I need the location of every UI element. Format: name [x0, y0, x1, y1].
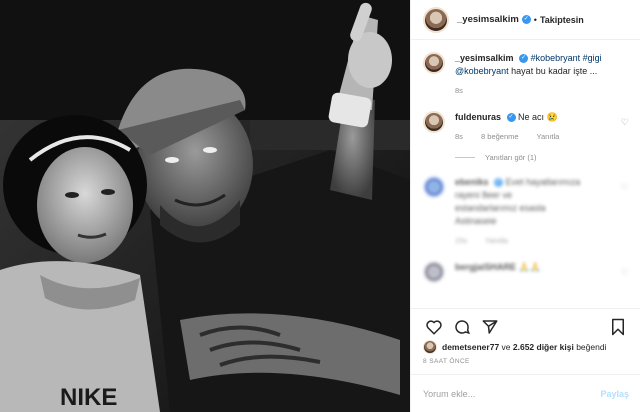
- header-separator: •: [533, 14, 537, 25]
- author-avatar[interactable]: [423, 6, 449, 33]
- caption-text: hayat bu kadar işte ...: [508, 66, 598, 76]
- comment-item: ebeniks ✓ Evet hayatlarımıza rayeni 8eer…: [423, 176, 629, 247]
- liker-avatar[interactable]: [423, 340, 437, 354]
- caption-time[interactable]: 8s: [455, 86, 463, 95]
- caption-username[interactable]: _yesimsalkim: [455, 53, 514, 63]
- comment-text: Ne acı: [518, 112, 545, 122]
- heart-icon[interactable]: ♡: [621, 267, 629, 278]
- replies-divider: [455, 157, 475, 158]
- comment-text-line: rayeni 8eer ve: [455, 190, 513, 200]
- likes-others-link[interactable]: 2.652 diğer kişi: [513, 342, 574, 352]
- heart-icon[interactable]: ♡: [621, 117, 629, 128]
- heart-icon[interactable]: ♡: [621, 182, 629, 193]
- bookmark-icon[interactable]: [607, 316, 629, 338]
- commenter-avatar[interactable]: [423, 111, 445, 133]
- comment-emoji: 😢: [546, 112, 558, 122]
- post-header: _yesimsalkim ✓ • Takiptesin: [411, 0, 640, 40]
- verified-icon: ✓: [506, 113, 516, 123]
- post-timestamp[interactable]: 8 SAAT ÖNCE: [423, 358, 470, 365]
- post-comment-button[interactable]: Paylaş: [600, 389, 629, 399]
- commenter-username[interactable]: fuldenuras: [455, 112, 501, 122]
- comment-icon[interactable]: [451, 316, 473, 338]
- reply-button[interactable]: Yanıtla: [485, 236, 508, 245]
- view-replies[interactable]: Yanıtları gör (1): [455, 153, 629, 162]
- verified-icon: ✓: [521, 15, 531, 24]
- likes-suffix: beğendi: [573, 342, 607, 352]
- comment-time[interactable]: 8s: [455, 132, 463, 141]
- comment-item: bergjaiSHARE 🙏🙏 ♡: [423, 261, 629, 283]
- commenter-avatar[interactable]: [423, 176, 445, 198]
- comment-input[interactable]: [423, 388, 601, 399]
- reply-button[interactable]: Yanıtla: [537, 132, 560, 141]
- comment-text-line: estandarlarımız esasla: [455, 203, 546, 213]
- likes-connector: ve: [499, 342, 513, 352]
- comment-emoji: 🙏🙏: [518, 262, 541, 272]
- view-replies-label[interactable]: Yanıtları gör (1): [485, 153, 537, 162]
- verified-icon: ✓: [494, 178, 504, 188]
- caption: _yesimsalkim ✓ #kobebryant #gigi @kobebr…: [423, 52, 629, 97]
- likes-summary: demetsener77 ve 2.652 diğer kişi beğendi: [423, 340, 633, 354]
- share-icon[interactable]: [479, 316, 501, 338]
- comment-text-line: Evet hayatlarımıza: [505, 177, 581, 187]
- commenter-username[interactable]: bergjaiSHARE: [455, 262, 516, 272]
- caption-avatar[interactable]: [423, 52, 445, 74]
- comment-time[interactable]: 15s: [455, 236, 467, 245]
- follow-state-button[interactable]: Takiptesin: [540, 15, 584, 25]
- hashtag-link[interactable]: #gigi: [583, 53, 602, 63]
- comment-item: fuldenuras ✓ Ne acı 😢 8s 8 beğenme Yanıt…: [423, 111, 629, 143]
- hashtag-link[interactable]: #kobebryant: [531, 53, 581, 63]
- comment-likes[interactable]: 8 beğenme: [481, 132, 519, 141]
- comment-text-line: Astinaseie: [455, 216, 497, 226]
- add-comment-bar: Paylaş: [411, 374, 640, 412]
- commenter-avatar[interactable]: [423, 261, 445, 283]
- verified-icon: ✓: [519, 54, 529, 64]
- post-sidebar: _yesimsalkim ✓ • Takiptesin _yesimsalkim…: [410, 0, 640, 412]
- heart-icon[interactable]: [423, 316, 445, 338]
- action-bar: [411, 308, 640, 338]
- author-username[interactable]: _yesimsalkim: [457, 14, 519, 25]
- shirt-text: NIKE: [60, 384, 117, 411]
- mention-link[interactable]: @kobebryant: [455, 66, 509, 76]
- commenter-username[interactable]: ebeniks: [455, 177, 489, 187]
- comments-list[interactable]: _yesimsalkim ✓ #kobebryant #gigi @kobebr…: [411, 52, 640, 308]
- photo-illustration: NIKE: [0, 0, 410, 412]
- post-photo[interactable]: NIKE: [0, 0, 410, 412]
- liker-username[interactable]: demetsener77: [442, 342, 499, 352]
